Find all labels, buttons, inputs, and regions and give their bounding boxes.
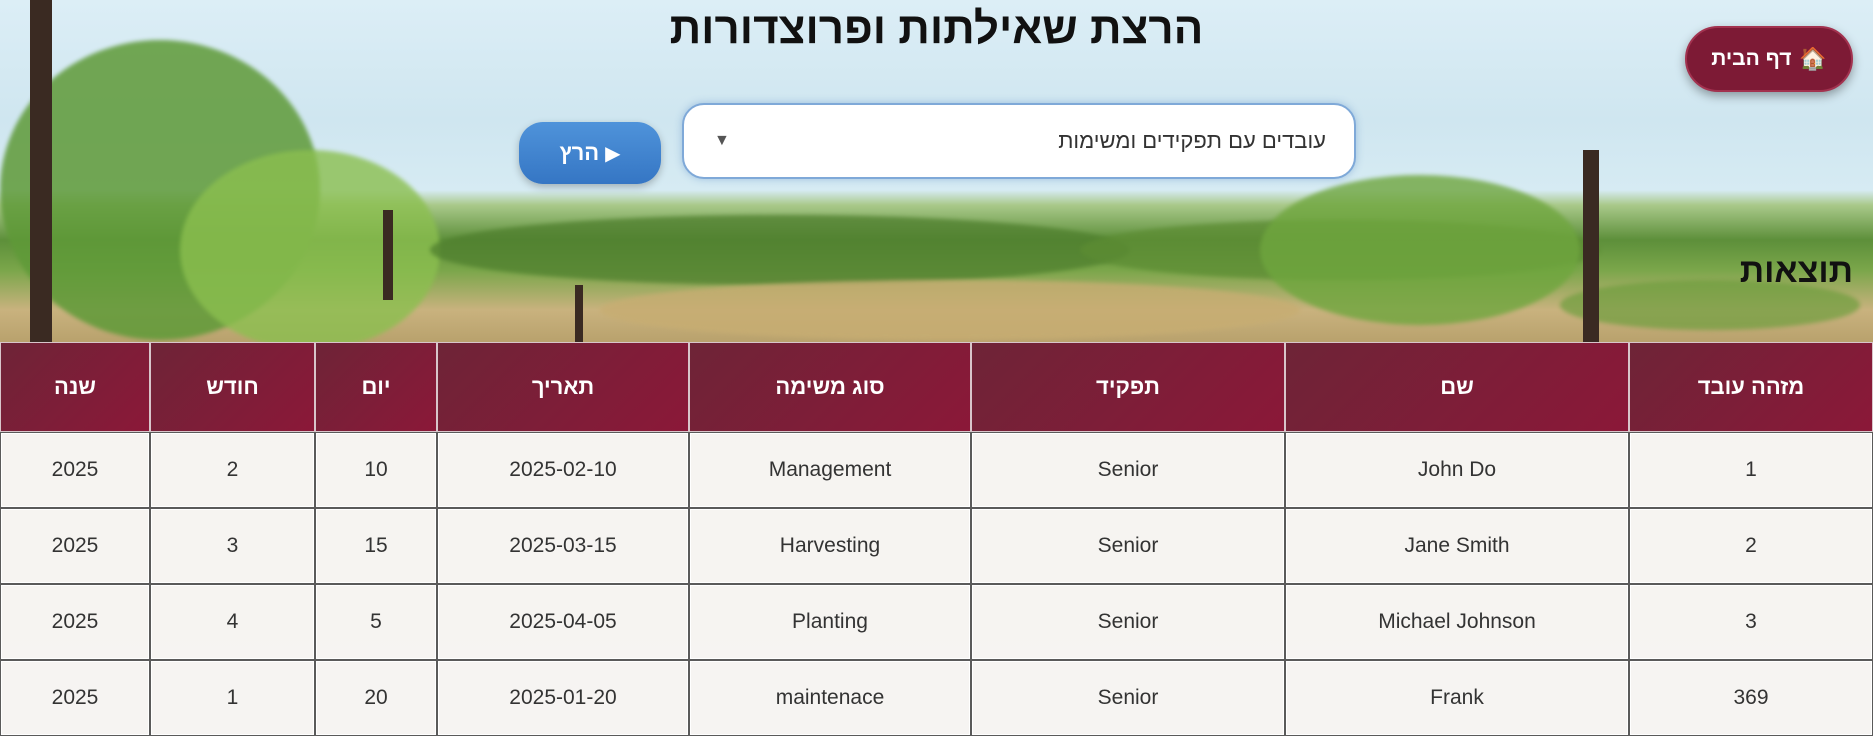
column-header-year: שנה	[0, 342, 150, 432]
table-cell: 2025	[0, 660, 150, 736]
table-cell: Senior	[971, 660, 1285, 736]
table-cell: Planting	[689, 584, 971, 660]
table-cell: 2025	[0, 432, 150, 508]
table-cell: Michael Johnson	[1285, 584, 1629, 660]
table-cell: 2	[1629, 508, 1873, 584]
table-cell: Management	[689, 432, 971, 508]
table-cell: 2025	[0, 508, 150, 584]
table-row: 2 Jane Smith Senior Harvesting 2025-03-1…	[0, 508, 1873, 584]
table-cell: 2025-04-05	[437, 584, 689, 660]
home-button-label: דף הבית	[1711, 47, 1792, 70]
table-cell: 2025	[0, 584, 150, 660]
page-title: הרצת שאילתות ופרוצדורות	[669, 4, 1204, 53]
caret-down-icon: ▼	[714, 132, 730, 149]
table-cell: maintenace	[689, 660, 971, 736]
column-header-employee-id: מזהה עובד	[1629, 342, 1873, 432]
results-heading: תוצאות	[1739, 252, 1853, 290]
home-button[interactable]: 🏠 דף הבית	[1685, 26, 1853, 92]
table-cell: 2025-01-20	[437, 660, 689, 736]
table-cell: Frank	[1285, 660, 1629, 736]
table-cell: 2025-02-10	[437, 432, 689, 508]
table-cell: 20	[315, 660, 437, 736]
column-header-role: תפקיד	[971, 342, 1285, 432]
run-button[interactable]: ▶ הרץ	[519, 122, 661, 184]
table-cell: 3	[1629, 584, 1873, 660]
column-header-date: תאריך	[437, 342, 689, 432]
table-cell: 10	[315, 432, 437, 508]
table-cell: Harvesting	[689, 508, 971, 584]
table-cell: 2025-03-15	[437, 508, 689, 584]
house-icon: 🏠	[1799, 46, 1827, 71]
table-cell: Jane Smith	[1285, 508, 1629, 584]
table-cell: 369	[1629, 660, 1873, 736]
table-cell: Senior	[971, 432, 1285, 508]
table-row: 369 Frank Senior maintenace 2025-01-20 2…	[0, 660, 1873, 736]
table-row: 1 John Do Senior Management 2025-02-10 1…	[0, 432, 1873, 508]
table-cell: 4	[150, 584, 315, 660]
table-cell: 5	[315, 584, 437, 660]
table-header-row: מזהה עובד שם תפקיד סוג משימה תאריך יום ח…	[0, 342, 1873, 432]
table-cell: 15	[315, 508, 437, 584]
run-button-label: הרץ	[559, 140, 600, 165]
column-header-task-type: סוג משימה	[689, 342, 971, 432]
table-cell: 1	[1629, 432, 1873, 508]
table-cell: Senior	[971, 584, 1285, 660]
table-cell: Senior	[971, 508, 1285, 584]
query-select-value: עובדים עם תפקידים ומשימות	[1058, 128, 1326, 153]
column-header-name: שם	[1285, 342, 1629, 432]
table-row: 3 Michael Johnson Senior Planting 2025-0…	[0, 584, 1873, 660]
table-cell: 1	[150, 660, 315, 736]
column-header-month: חודש	[150, 342, 315, 432]
results-table: מזהה עובד שם תפקיד סוג משימה תאריך יום ח…	[0, 342, 1873, 736]
table-cell: 3	[150, 508, 315, 584]
query-select[interactable]: עובדים עם תפקידים ומשימות ▼	[682, 103, 1356, 179]
table-cell: John Do	[1285, 432, 1629, 508]
play-icon: ▶	[605, 142, 621, 165]
column-header-day: יום	[315, 342, 437, 432]
table-cell: 2	[150, 432, 315, 508]
